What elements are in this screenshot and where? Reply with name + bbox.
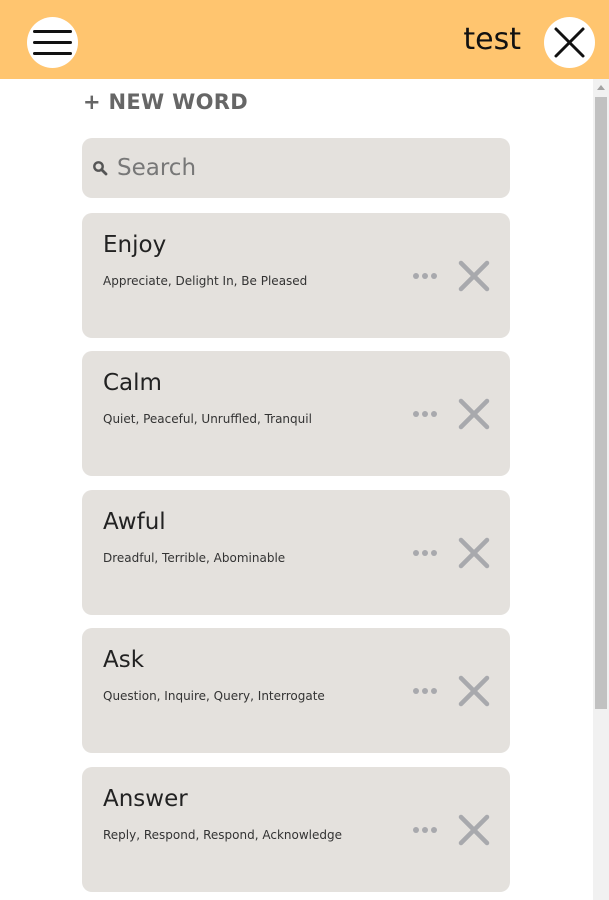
search-box <box>82 138 510 198</box>
more-options-icon[interactable] <box>412 684 440 698</box>
word-title: Ask <box>103 647 145 673</box>
word-card[interactable]: Ask Question, Inquire, Query, Interrogat… <box>82 628 510 753</box>
scrollbar-thumb[interactable] <box>595 97 607 709</box>
word-title: Answer <box>103 786 188 812</box>
delete-icon[interactable] <box>458 814 490 846</box>
more-options-icon[interactable] <box>412 407 440 421</box>
word-synonyms: Quiet, Peaceful, Unruffled, Tranquil <box>103 412 312 426</box>
scroll-up-arrow-icon[interactable] <box>597 85 605 90</box>
word-title: Calm <box>103 370 162 396</box>
word-card[interactable]: Awful Dreadful, Terrible, Abominable <box>82 490 510 615</box>
word-synonyms: Dreadful, Terrible, Abominable <box>103 551 286 565</box>
word-title: Awful <box>103 509 166 535</box>
more-options-icon[interactable] <box>412 546 440 560</box>
search-icon <box>93 161 108 176</box>
delete-icon[interactable] <box>458 675 490 707</box>
vertical-scrollbar[interactable] <box>593 79 609 900</box>
close-button[interactable] <box>544 17 595 68</box>
word-synonyms: Appreciate, Delight In, Be Pleased <box>103 274 308 288</box>
delete-icon[interactable] <box>458 537 490 569</box>
word-card[interactable]: Enjoy Appreciate, Delight In, Be Pleased <box>82 213 510 338</box>
word-card[interactable]: Calm Quiet, Peaceful, Unruffled, Tranqui… <box>82 351 510 476</box>
word-card[interactable]: Answer Reply, Respond, Respond, Acknowle… <box>82 767 510 892</box>
word-synonyms: Reply, Respond, Respond, Acknowledge <box>103 828 342 842</box>
search-input[interactable] <box>117 138 497 198</box>
menu-button[interactable] <box>27 17 78 68</box>
new-word-button[interactable]: + NEW WORD <box>83 90 248 114</box>
word-title: Enjoy <box>103 232 167 258</box>
delete-icon[interactable] <box>458 260 490 292</box>
app-title: test <box>463 22 521 57</box>
close-icon <box>554 27 585 58</box>
more-options-icon[interactable] <box>412 823 440 837</box>
top-bar: test <box>0 0 609 79</box>
word-list-panel: + NEW WORD Enjoy Appreciate, Delight In,… <box>0 79 593 900</box>
delete-icon[interactable] <box>458 398 490 430</box>
word-synonyms: Question, Inquire, Query, Interrogate <box>103 689 325 703</box>
more-options-icon[interactable] <box>412 269 440 283</box>
app-page: test + NEW WORD Enjoy Appreciate, Deligh… <box>0 0 609 900</box>
